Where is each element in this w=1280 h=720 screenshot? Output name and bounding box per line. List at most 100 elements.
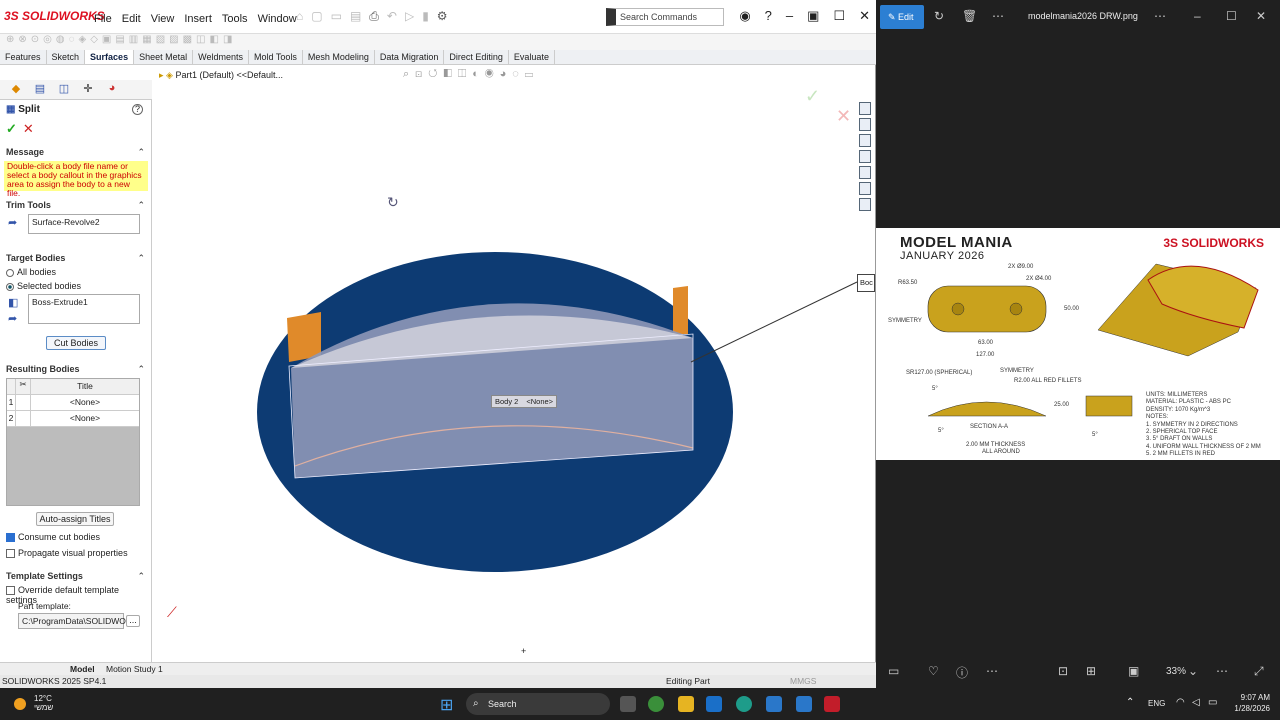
minimize-button[interactable]: – (1194, 9, 1201, 23)
edge-icon[interactable] (736, 696, 752, 712)
home-icon[interactable]: ⌂ (296, 9, 303, 24)
search-commands-input[interactable]: Search Commands (606, 8, 724, 26)
save-icon[interactable]: ▤ (350, 9, 361, 24)
units-text[interactable]: MMGS (790, 676, 816, 686)
more-icon[interactable]: ⋯ (992, 9, 1004, 23)
tab-evaluate[interactable]: Evaluate (509, 50, 555, 64)
help-icon[interactable]: ? (132, 104, 143, 115)
table-row[interactable]: 2 <None> (7, 411, 139, 427)
weather-widget[interactable]: 12°C שמשי (34, 694, 53, 712)
photos-icon[interactable] (766, 696, 782, 712)
favorite-icon[interactable]: ♡ (928, 664, 939, 678)
more-options-icon[interactable]: ⋯ (1154, 9, 1166, 23)
menu-view[interactable]: View (151, 13, 175, 25)
menu-insert[interactable]: Insert (184, 13, 212, 25)
minimize-button[interactable]: – (786, 8, 793, 24)
dimxpert-icon[interactable]: ✛ (80, 82, 96, 96)
undo-icon[interactable]: ↶ (387, 9, 397, 24)
collapse-icon[interactable]: ⌃ (137, 200, 145, 211)
tab-direct-editing[interactable]: Direct Editing (444, 50, 509, 64)
target-body-field[interactable]: Boss-Extrude1 (28, 294, 140, 324)
chevron-down-icon[interactable]: ⌄ (1188, 664, 1198, 678)
zoom-level[interactable]: 33% (1166, 666, 1186, 677)
tab-model[interactable]: Model (70, 664, 95, 674)
menu-edit[interactable]: Edit (122, 13, 141, 25)
language-indicator[interactable]: ENG (1148, 699, 1165, 708)
template-settings-header[interactable]: Template Settings (6, 571, 83, 581)
collapse-icon[interactable]: ⌃ (137, 253, 145, 264)
all-bodies-radio[interactable]: All bodies (6, 267, 56, 277)
app-icon[interactable] (796, 696, 812, 712)
battery-icon[interactable]: ▭ (1208, 697, 1217, 708)
taskbar-search[interactable]: ⌕ Search (466, 693, 610, 715)
help-icon[interactable]: ? (765, 8, 772, 24)
more-icon[interactable]: ⋯ (986, 664, 998, 678)
cut-bodies-button[interactable]: Cut Bodies (46, 336, 106, 350)
chevron-up-icon[interactable]: ⌃ (1126, 697, 1134, 708)
collapse-icon[interactable]: ⌃ (137, 364, 145, 375)
tab-sheet-metal[interactable]: Sheet Metal (134, 50, 194, 64)
start-icon[interactable]: ⊞ (440, 695, 453, 715)
options-icon[interactable]: ⚙ (437, 9, 448, 24)
callout-value[interactable]: <None> (526, 397, 553, 406)
tab-mesh-modeling[interactable]: Mesh Modeling (303, 50, 375, 64)
more-icon[interactable]: ⋯ (1216, 664, 1228, 678)
row-checkbox[interactable] (15, 411, 31, 426)
property-manager-icon[interactable]: ▤ (32, 82, 48, 96)
info-icon[interactable]: ⓘ (956, 664, 968, 681)
feature-manager-icon[interactable]: ◆ (8, 82, 24, 96)
drawing-image[interactable]: MODEL MANIA JANUARY 2026 3S SOLIDWORKS R… (876, 228, 1280, 460)
trim-tools-header[interactable]: Trim Tools (6, 200, 51, 210)
maximize-button[interactable]: ☐ (833, 8, 845, 24)
weather-icon[interactable] (14, 698, 26, 710)
clock[interactable]: 9:07 AM 1/28/2026 (1234, 692, 1270, 714)
row-title[interactable]: <None> (31, 411, 139, 426)
chrome-icon[interactable] (648, 696, 664, 712)
close-button[interactable]: ✕ (859, 8, 870, 24)
delete-icon[interactable]: 🗑 (962, 9, 977, 23)
user-icon[interactable]: ◉ (739, 8, 750, 24)
task-view-icon[interactable] (620, 696, 636, 712)
solidworks-taskbar-icon[interactable] (824, 696, 840, 712)
select-icon[interactable]: ▷ (405, 9, 414, 24)
menu-file[interactable]: File (94, 13, 112, 25)
new-icon[interactable]: ▢ (311, 9, 322, 24)
cancel-button[interactable]: ✕ (23, 121, 34, 136)
trim-tool-field[interactable]: Surface-Revolve2 (28, 214, 140, 234)
edit-button[interactable]: ✎ Edit (880, 5, 924, 29)
consume-cut-bodies-checkbox[interactable]: Consume cut bodies (6, 532, 100, 543)
message-header[interactable]: Message (6, 147, 44, 157)
propagate-visual-checkbox[interactable]: Propagate visual properties (6, 548, 128, 559)
outlook-icon[interactable] (706, 696, 722, 712)
tab-sketch[interactable]: Sketch (47, 50, 86, 64)
close-button[interactable]: ✕ (1256, 9, 1266, 23)
ok-button[interactable]: ✓ (6, 121, 17, 136)
table-row[interactable]: 1 <None> (7, 395, 139, 411)
model-view[interactable] (153, 66, 875, 662)
wifi-icon[interactable]: ◠ (1176, 697, 1185, 708)
tab-motion-study[interactable]: Motion Study 1 (106, 664, 163, 674)
open-icon[interactable]: ▭ (331, 9, 342, 24)
display-manager-icon[interactable]: ◕ (104, 82, 120, 96)
rotate-icon[interactable]: ↻ (934, 9, 944, 23)
scan-icon[interactable]: ⊞ (1086, 664, 1096, 678)
fit-icon[interactable]: ▣ (1128, 664, 1139, 678)
auto-assign-titles-button[interactable]: Auto-assign Titles (36, 512, 114, 526)
template-path-field[interactable]: C:\ProgramData\SOLIDWORK (18, 613, 138, 629)
browse-button[interactable]: ... (126, 615, 140, 627)
print-icon[interactable]: ⎙ (369, 9, 379, 24)
tab-mold-tools[interactable]: Mold Tools (249, 50, 303, 64)
tab-surfaces[interactable]: Surfaces (85, 50, 135, 64)
body-callout-right[interactable]: Boc (857, 274, 875, 292)
menu-tools[interactable]: Tools (222, 13, 248, 25)
filmstrip-icon[interactable]: ▭ (888, 664, 899, 678)
target-bodies-header[interactable]: Target Bodies (6, 253, 65, 263)
graphics-area[interactable]: ▸ ◈ Part1 (Default) <<Default... ⌕⊡↺◧◫◐◉… (153, 66, 875, 662)
row-checkbox[interactable] (15, 395, 31, 410)
body-callout[interactable]: Body 2 <None> (491, 395, 558, 408)
collapse-icon[interactable]: ⌃ (137, 147, 145, 158)
maximize-button[interactable]: ☐ (1226, 9, 1237, 23)
restore-button[interactable]: ▣ (807, 8, 819, 24)
collapse-icon[interactable]: ⌃ (137, 571, 145, 582)
menu-window[interactable]: Window (258, 13, 297, 25)
